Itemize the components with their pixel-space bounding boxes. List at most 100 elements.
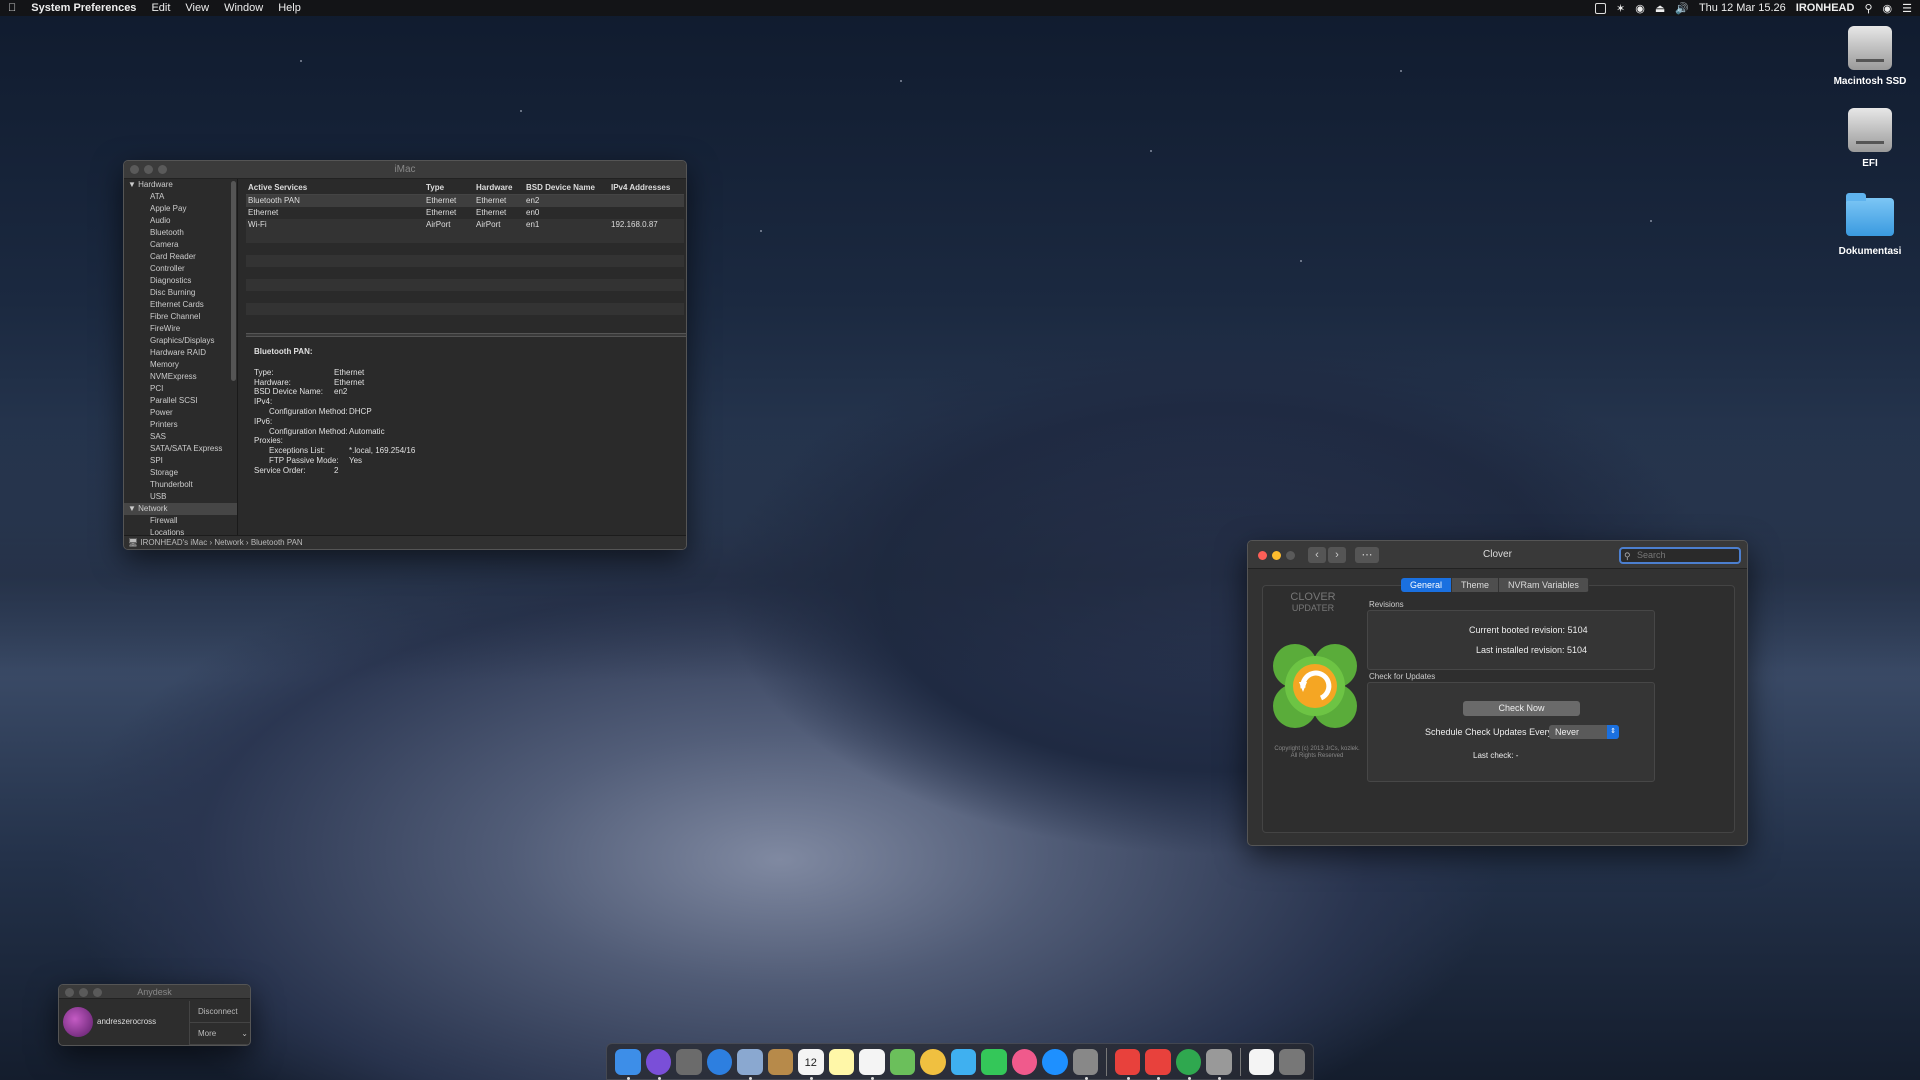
sidebar-item[interactable]: FireWire	[124, 323, 237, 335]
menu-window[interactable]: Window	[224, 2, 263, 14]
notes-brown-icon[interactable]	[767, 1048, 793, 1075]
sidebar-item[interactable]: Storage	[124, 467, 237, 479]
more-button[interactable]: More ⌄	[190, 1023, 250, 1045]
status-icon[interactable]	[1595, 2, 1606, 14]
anydesk2-icon[interactable]	[1145, 1048, 1171, 1080]
sidebar-category-hardware[interactable]: ▼ Hardware	[124, 179, 237, 191]
column-header-type[interactable]: Type	[426, 181, 476, 194]
facetime-icon[interactable]	[981, 1048, 1007, 1075]
launchpad-icon[interactable]	[676, 1048, 702, 1075]
network-radar-icon[interactable]	[1175, 1048, 1202, 1080]
wifi-icon[interactable]: ◉	[1635, 2, 1645, 15]
sidebar-item[interactable]: PCI	[124, 383, 237, 395]
desktop-icon-macintosh-ssd[interactable]: Macintosh SSD	[1825, 26, 1915, 87]
sidebar-item[interactable]: Camera	[124, 239, 237, 251]
sidebar-item[interactable]: Parallel SCSI	[124, 395, 237, 407]
sidebar-item[interactable]: Graphics/Displays	[124, 335, 237, 347]
disconnect-button[interactable]: Disconnect	[190, 1001, 250, 1023]
bluetooth-icon[interactable]: ✶	[1616, 2, 1625, 15]
stickies-icon[interactable]	[828, 1048, 854, 1075]
desktop-icon-efi[interactable]: EFI	[1825, 108, 1915, 169]
window-titlebar[interactable]: Anydesk	[59, 985, 250, 999]
tab-nvram-variables[interactable]: NVRam Variables	[1499, 578, 1589, 592]
finder-icon[interactable]	[615, 1048, 641, 1080]
check-now-button[interactable]: Check Now	[1463, 701, 1580, 716]
system-preferences-icon[interactable]	[1072, 1048, 1098, 1080]
trash-icon[interactable]	[1279, 1048, 1305, 1075]
window-titlebar[interactable]: ‹ › ⋯ Clover ⚲ Search	[1248, 541, 1747, 569]
anydesk-icon[interactable]	[1114, 1048, 1141, 1080]
tab-theme[interactable]: Theme	[1452, 578, 1500, 592]
sidebar-item[interactable]: USB	[124, 491, 237, 503]
volume-icon[interactable]: 🔊	[1675, 2, 1689, 15]
sidebar-item[interactable]: SATA/SATA Express	[124, 443, 237, 455]
minimize-icon[interactable]	[79, 988, 88, 997]
calendar-icon[interactable]: 12	[798, 1048, 824, 1080]
close-icon[interactable]	[1258, 551, 1267, 560]
preview-icon[interactable]	[737, 1048, 763, 1080]
menu-edit[interactable]: Edit	[151, 2, 170, 14]
app-store-icon[interactable]	[1042, 1048, 1068, 1075]
sidebar-item[interactable]: Diagnostics	[124, 275, 237, 287]
safari-icon[interactable]	[706, 1048, 732, 1075]
column-header-ipv4-addresses[interactable]: IPv4 Addresses	[611, 181, 684, 194]
menu-help[interactable]: Help	[278, 2, 301, 14]
search-input[interactable]: ⚲ Search	[1619, 547, 1741, 564]
close-icon[interactable]	[65, 988, 74, 997]
menu-view[interactable]: View	[185, 2, 209, 14]
forward-icon[interactable]: ›	[1328, 547, 1346, 563]
minimize-icon[interactable]	[1272, 551, 1281, 560]
column-header-hardware[interactable]: Hardware	[476, 181, 526, 194]
table-row[interactable]: Bluetooth PAN Ethernet Ethernet en2	[246, 195, 684, 207]
sidebar-item[interactable]: Card Reader	[124, 251, 237, 263]
itunes-icon[interactable]	[1011, 1048, 1037, 1075]
eject-icon[interactable]: ⏏	[1655, 2, 1665, 15]
split-divider[interactable]	[246, 333, 686, 337]
column-header-active-services[interactable]: Active Services	[246, 181, 426, 194]
table-row[interactable]: Wi-Fi AirPort AirPort en1 192.168.0.87	[246, 219, 684, 231]
column-header-bsd-device-name[interactable]: BSD Device Name	[526, 181, 611, 194]
sidebar-item[interactable]: SPI	[124, 455, 237, 467]
script-icon[interactable]	[1206, 1048, 1232, 1080]
sidebar-item[interactable]: Printers	[124, 419, 237, 431]
show-all-grid-icon[interactable]: ⋯	[1355, 547, 1379, 563]
path-text[interactable]: IRONHEAD's iMac › Network › Bluetooth PA…	[140, 538, 302, 547]
reminders-icon[interactable]	[859, 1048, 885, 1080]
close-icon[interactable]	[130, 165, 139, 174]
sidebar-item[interactable]: Firewall	[124, 515, 237, 527]
window-titlebar[interactable]: iMac	[124, 161, 686, 179]
sidebar-item[interactable]: ATA	[124, 191, 237, 203]
desktop-icon-dokumentasi[interactable]: Dokumentasi	[1825, 193, 1915, 257]
sidebar-item[interactable]: Bluetooth	[124, 227, 237, 239]
table-row[interactable]: Ethernet Ethernet Ethernet en0	[246, 207, 684, 219]
sidebar-item[interactable]: Controller	[124, 263, 237, 275]
spotlight-icon[interactable]: ⚲	[1864, 2, 1872, 15]
menu-clock[interactable]: Thu 12 Mar 15.26	[1699, 2, 1786, 14]
apple-menu-icon[interactable]: 	[8, 2, 16, 14]
document-icon[interactable]	[1248, 1048, 1275, 1075]
schedule-select[interactable]: Never ⇕	[1549, 725, 1619, 739]
sidebar-item[interactable]: Disc Burning	[124, 287, 237, 299]
siri-icon[interactable]	[645, 1048, 671, 1080]
zoom-icon[interactable]	[1286, 551, 1295, 560]
messages-icon[interactable]	[950, 1048, 976, 1075]
sidebar-item[interactable]: Power	[124, 407, 237, 419]
back-icon[interactable]: ‹	[1308, 547, 1326, 563]
zoom-icon[interactable]	[158, 165, 167, 174]
sidebar-item[interactable]: SAS	[124, 431, 237, 443]
sidebar-item[interactable]: Thunderbolt	[124, 479, 237, 491]
sidebar-item[interactable]: Locations	[124, 527, 237, 535]
sidebar-item[interactable]: Fibre Channel	[124, 311, 237, 323]
notification-center-icon[interactable]: ☰	[1902, 2, 1912, 15]
tab-general[interactable]: General	[1401, 578, 1453, 592]
minimize-icon[interactable]	[144, 165, 153, 174]
sidebar-item[interactable]: NVMExpress	[124, 371, 237, 383]
menu-user[interactable]: IRONHEAD	[1796, 2, 1855, 14]
sidebar-item[interactable]: Memory	[124, 359, 237, 371]
sidebar-item[interactable]: Ethernet Cards	[124, 299, 237, 311]
photos-icon[interactable]	[920, 1048, 946, 1075]
sidebar-item[interactable]: Hardware RAID	[124, 347, 237, 359]
sidebar-scrollbar[interactable]	[231, 181, 236, 381]
sidebar-category-network[interactable]: ▼ Network	[124, 503, 237, 515]
zoom-icon[interactable]	[93, 988, 102, 997]
